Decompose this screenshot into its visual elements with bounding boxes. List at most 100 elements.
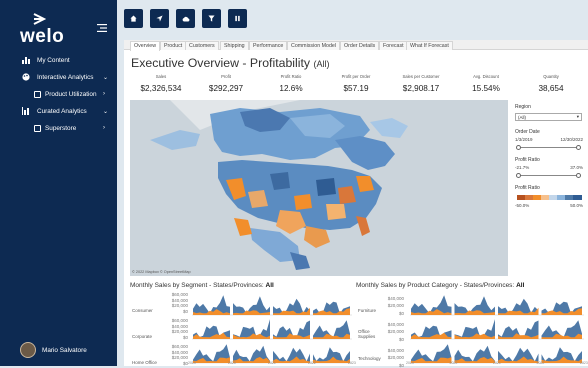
- sidebar-item-label: My Content: [37, 56, 70, 64]
- profit-ratio-max: 37.0%: [570, 165, 583, 170]
- tab-product[interactable]: Product: [160, 41, 187, 50]
- y-tick-label: $60,000: [171, 292, 188, 297]
- y-tick-label: $40,000: [387, 296, 404, 301]
- sidebar: welo My Content Interactive Analytics ⌄ …: [0, 0, 117, 366]
- tab-order-details[interactable]: Order Details: [340, 41, 380, 50]
- tab-bar: Overview Product Customers Shipping Perf…: [124, 40, 588, 51]
- y-tick-label: $20,000: [171, 355, 188, 360]
- y-tick-label: $40,000: [171, 323, 188, 329]
- sidebar-item-interactive-analytics[interactable]: Interactive Analytics ⌄: [0, 68, 117, 86]
- download-button[interactable]: [176, 9, 195, 28]
- tab-commission-model[interactable]: Commission Model: [287, 41, 341, 50]
- profit-ratio-min: -21.7%: [515, 165, 530, 170]
- order-date-slider-end-handle[interactable]: [576, 145, 581, 150]
- tab-performance[interactable]: Performance: [249, 41, 288, 50]
- tab-customers[interactable]: Customers: [185, 41, 219, 50]
- logo[interactable]: welo: [20, 12, 70, 48]
- profit-map[interactable]: © 2022 Mapbox © OpenStreetMap: [130, 100, 508, 276]
- kpi-value: $292,297: [208, 84, 244, 93]
- menu-toggle-icon[interactable]: [97, 24, 107, 32]
- profit-ratio-color-legend: [517, 195, 582, 200]
- tab-shipping[interactable]: Shipping: [220, 41, 249, 50]
- category-chart-title-text: Monthly Sales by Product Category - Stat…: [356, 282, 515, 289]
- y-tick-label: $0: [398, 362, 404, 368]
- report-icon: [34, 124, 41, 132]
- kpi-value: 12.6%: [279, 84, 303, 93]
- y-tick-label: $20,000: [171, 329, 188, 334]
- kpi-profit-ratio: Profit Ratio 12.6%: [279, 74, 302, 93]
- filter-button[interactable]: [202, 9, 221, 28]
- order-date-slider-start-handle[interactable]: [516, 145, 521, 150]
- segment-panel-label: Home Office: [132, 360, 157, 365]
- kpi-profit: Profit $292,297: [209, 74, 243, 93]
- map-credit: © 2022 Mapbox © OpenStreetMap: [132, 270, 191, 274]
- category-area-chart: [410, 295, 584, 364]
- sidebar-item-label: Product Utilization: [45, 90, 97, 98]
- kpi-value: $2,908.17: [402, 84, 440, 93]
- y-tick-label: $0: [398, 336, 404, 342]
- kpi-quantity: Quantity 38,654: [538, 74, 563, 93]
- y-tick-label: $0: [182, 308, 188, 314]
- kpi-label: Profit per Order: [341, 74, 371, 79]
- y-tick-label: $60,000: [171, 318, 188, 323]
- category-chart-filter: All: [516, 282, 525, 289]
- y-tick-label: $40,000: [387, 348, 404, 353]
- filter-icon: [208, 15, 215, 22]
- x-tick-label: 2023: [580, 361, 588, 365]
- sidebar-item-superstore[interactable]: Superstore ›: [0, 119, 117, 137]
- home-button[interactable]: [124, 9, 143, 28]
- kpi-label: Quantity: [543, 74, 559, 79]
- kpi-sales-per-customer: Sales per Customer $2,908.17: [402, 74, 439, 93]
- sidebar-item-label: Interactive Analytics: [37, 73, 94, 81]
- tab-what-if-forecast[interactable]: What If Forecast: [406, 41, 453, 50]
- tab-overview[interactable]: Overview: [130, 41, 161, 51]
- pause-button[interactable]: [228, 9, 247, 28]
- map-shapes: [130, 100, 508, 276]
- kpi-avg-discount: Avg. Discount 15.54%: [472, 74, 500, 93]
- profit-ratio-filter-label: Profit Ratio: [515, 157, 540, 163]
- dashboard: Overview Product Customers Shipping Perf…: [124, 40, 588, 368]
- x-tick-label: 2019: [406, 361, 414, 365]
- sidebar-item-my-content[interactable]: My Content: [0, 51, 117, 69]
- sidebar-item-label: Superstore: [45, 124, 77, 132]
- user-profile[interactable]: Mario Salvatore: [20, 340, 87, 360]
- kpi-sales: Sales $2,326,534: [141, 74, 182, 93]
- segment-chart-filter: All: [265, 282, 274, 289]
- y-tick-label: $40,000: [171, 297, 188, 303]
- x-tick-label: 2020: [449, 361, 458, 365]
- x-tick-label: 2021: [268, 361, 276, 365]
- profit-ratio-slider-start-handle[interactable]: [516, 173, 521, 178]
- x-tick-label: 2019: [188, 361, 196, 365]
- segment-area-chart: [192, 295, 352, 364]
- page-title-text: Executive Overview - Profitability: [131, 56, 311, 70]
- category-panel-label: Furniture: [358, 308, 377, 313]
- order-date-slider[interactable]: [517, 147, 580, 148]
- y-tick-label: $0: [182, 360, 188, 366]
- share-button[interactable]: [150, 9, 169, 28]
- sidebar-item-curated-analytics[interactable]: Curated Analytics ⌄: [0, 102, 117, 120]
- kpi-profit-per-order: Profit per Order $57.19: [342, 74, 371, 93]
- page-title-filter: (All): [313, 59, 330, 69]
- tab-forecast[interactable]: Forecast: [379, 41, 408, 50]
- segment-chart-title: Monthly Sales by Segment - States/Provin…: [130, 282, 274, 289]
- sidebar-item-label: Curated Analytics: [37, 107, 87, 115]
- logo-text: welo: [20, 26, 65, 47]
- segment-chart-title-text: Monthly Sales by Segment - States/Provin…: [130, 282, 264, 289]
- x-tick-label: 2022: [308, 361, 316, 365]
- sidebar-item-product-utilization[interactable]: Product Utilization ›: [0, 85, 117, 103]
- kpi-label: Profit Ratio: [280, 74, 302, 79]
- y-tick-label: $40,000: [171, 349, 188, 355]
- y-tick-label: $20,000: [387, 355, 404, 361]
- profit-ratio-slider-end-handle[interactable]: [576, 173, 581, 178]
- category-chart-title: Monthly Sales by Product Category - Stat…: [356, 282, 524, 289]
- chevron-down-icon: ⌄: [103, 74, 109, 81]
- home-icon: [130, 15, 137, 22]
- region-select[interactable]: (All) ▾: [515, 113, 582, 121]
- profit-ratio-slider[interactable]: [517, 175, 580, 176]
- region-select-value: (All): [518, 115, 526, 120]
- chevron-right-icon: ›: [103, 125, 105, 131]
- segment-panel-label: Consumer: [132, 308, 153, 313]
- kpi-label: Profit: [221, 74, 231, 79]
- y-tick-label: $20,000: [387, 303, 404, 309]
- kpi-value: $2,326,534: [140, 84, 182, 93]
